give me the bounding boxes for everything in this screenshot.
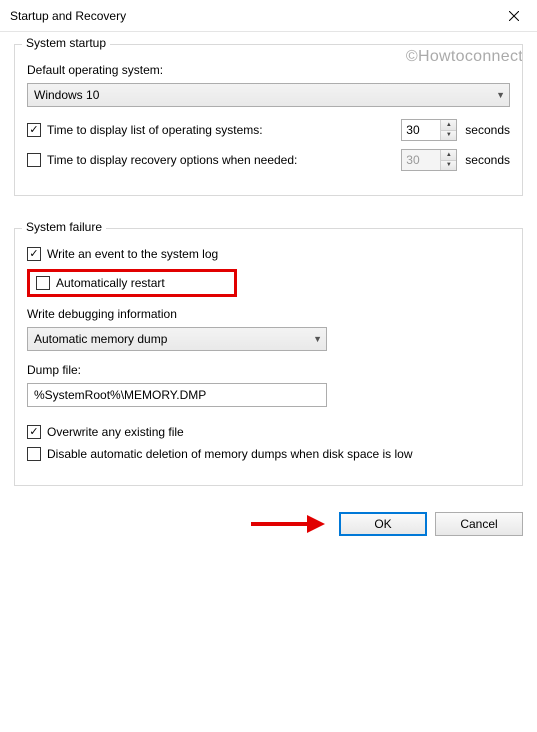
disable-delete-row: Disable automatic deletion of memory dum… [27,447,510,461]
system-failure-legend: System failure [22,220,106,234]
time-recovery-label: Time to display recovery options when ne… [47,153,297,167]
write-debugging-value: Automatic memory dump [34,332,167,346]
system-startup-legend: System startup [22,36,110,50]
chevron-down-icon: ▼ [496,90,505,100]
auto-restart-label: Automatically restart [56,276,165,290]
cancel-button[interactable]: Cancel [435,512,523,536]
arrow-head-icon [307,515,325,533]
dialog-content: System startup Default operating system:… [0,32,537,486]
write-debugging-dropdown[interactable]: Automatic memory dump ▼ [27,327,327,351]
arrow-annotation [251,515,325,533]
time-display-list-checkbox[interactable] [27,123,41,137]
auto-restart-checkbox[interactable] [36,276,50,290]
time-display-list-value[interactable] [402,120,440,140]
disable-delete-label: Disable automatic deletion of memory dum… [47,447,413,461]
time-display-list-unit: seconds [465,123,510,137]
time-display-list-spinner[interactable]: ▲ ▼ [401,119,457,141]
time-recovery-checkbox[interactable] [27,153,41,167]
auto-restart-highlight: Automatically restart [27,269,237,297]
overwrite-checkbox[interactable] [27,425,41,439]
time-recovery-row: Time to display recovery options when ne… [27,149,510,171]
spinner-up-icon[interactable]: ▲ [441,120,456,131]
default-os-label: Default operating system: [27,63,510,77]
close-button[interactable] [491,0,537,32]
time-display-list-label: Time to display list of operating system… [47,123,263,137]
overwrite-label: Overwrite any existing file [47,425,184,439]
ok-button[interactable]: OK [339,512,427,536]
default-os-dropdown[interactable]: Windows 10 ▼ [27,83,510,107]
disable-delete-checkbox[interactable] [27,447,41,461]
dump-file-label: Dump file: [27,363,510,377]
system-failure-group: System failure Write an event to the sys… [14,228,523,486]
arrow-line-icon [251,522,307,526]
dialog-buttons: OK Cancel [0,502,537,536]
spinner-up-icon: ▲ [441,150,456,161]
time-recovery-unit: seconds [465,153,510,167]
time-recovery-value [402,150,440,170]
default-os-value: Windows 10 [34,88,99,102]
system-startup-group: System startup Default operating system:… [14,44,523,196]
overwrite-row: Overwrite any existing file [27,425,510,439]
write-event-checkbox[interactable] [27,247,41,261]
window-title: Startup and Recovery [10,9,126,23]
dump-file-input[interactable] [27,383,327,407]
time-recovery-spinner: ▲ ▼ [401,149,457,171]
spinner-down-icon: ▼ [441,161,456,171]
write-event-row: Write an event to the system log [27,247,510,261]
write-event-label: Write an event to the system log [47,247,218,261]
chevron-down-icon: ▼ [313,334,322,344]
spinner-down-icon[interactable]: ▼ [441,131,456,141]
time-display-list-row: Time to display list of operating system… [27,119,510,141]
close-icon [509,11,519,21]
write-debugging-label: Write debugging information [27,307,510,321]
titlebar: Startup and Recovery [0,0,537,32]
